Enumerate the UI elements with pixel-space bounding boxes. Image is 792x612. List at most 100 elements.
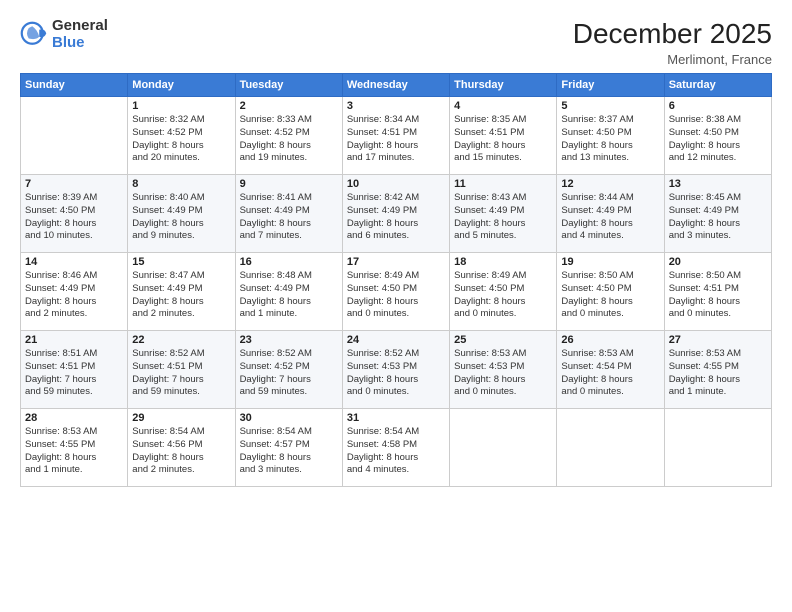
- day-info: Sunrise: 8:52 AM Sunset: 4:53 PM Dayligh…: [347, 348, 445, 399]
- calendar-cell: 10Sunrise: 8:42 AM Sunset: 4:49 PM Dayli…: [342, 175, 449, 253]
- calendar-cell: 9Sunrise: 8:41 AM Sunset: 4:49 PM Daylig…: [235, 175, 342, 253]
- calendar-week-2: 7 Sunrise: 8:39 AM Sunset: 4:50 PM Daylig…: [21, 175, 772, 253]
- day-info: Sunrise: 8:43 AM Sunset: 4:49 PM Dayligh…: [454, 192, 552, 243]
- calendar-cell: [450, 409, 557, 487]
- calendar-cell: 26Sunrise: 8:53 AM Sunset: 4:54 PM Dayli…: [557, 331, 664, 409]
- calendar-cell: 12 Sunrise: 8:44 AM Sunset: 4:49 PM Dayli…: [557, 175, 664, 253]
- day-info: Sunrise: 8:38 AM Sunset: 4:50 PM Dayligh…: [669, 114, 767, 165]
- header-tuesday: Tuesday: [235, 74, 342, 97]
- header-friday: Friday: [557, 74, 664, 97]
- calendar-cell: [21, 97, 128, 175]
- day-info: Sunrise: 8:39 AM Sunset: 4:50 PM Dayligh…: [25, 192, 123, 243]
- day-number: 18: [454, 256, 552, 268]
- calendar-cell: 2 Sunrise: 8:33 AM Sunset: 4:52 PM Daylig…: [235, 97, 342, 175]
- header-thursday: Thursday: [450, 74, 557, 97]
- day-number: 14: [25, 256, 123, 268]
- calendar-cell: 23 Sunrise: 8:52 AM Sunset: 4:52 PM Dayli…: [235, 331, 342, 409]
- header-saturday: Saturday: [664, 74, 771, 97]
- calendar-cell: 4 Sunrise: 8:35 AM Sunset: 4:51 PM Daylig…: [450, 97, 557, 175]
- calendar-cell: 5 Sunrise: 8:37 AM Sunset: 4:50 PM Daylig…: [557, 97, 664, 175]
- day-info: Sunrise: 8:50 AM Sunset: 4:50 PM Dayligh…: [561, 270, 659, 321]
- calendar-cell: [664, 409, 771, 487]
- day-info: Sunrise: 8:52 AM Sunset: 4:52 PM Dayligh…: [240, 348, 338, 399]
- day-number: 19: [561, 256, 659, 268]
- calendar-week-1: 1Sunrise: 8:32 AM Sunset: 4:52 PM Daylig…: [21, 97, 772, 175]
- day-info: Sunrise: 8:50 AM Sunset: 4:51 PM Dayligh…: [669, 270, 767, 321]
- logo-icon: [20, 21, 48, 49]
- day-info: Sunrise: 8:51 AM Sunset: 4:51 PM Dayligh…: [25, 348, 123, 399]
- day-info: Sunrise: 8:44 AM Sunset: 4:49 PM Dayligh…: [561, 192, 659, 243]
- calendar-week-3: 14 Sunrise: 8:46 AM Sunset: 4:49 PM Dayli…: [21, 253, 772, 331]
- day-number: 31: [347, 412, 445, 424]
- calendar-cell: 20 Sunrise: 8:50 AM Sunset: 4:51 PM Dayli…: [664, 253, 771, 331]
- calendar-cell: 31 Sunrise: 8:54 AM Sunset: 4:58 PM Dayli…: [342, 409, 449, 487]
- day-info: Sunrise: 8:47 AM Sunset: 4:49 PM Dayligh…: [132, 270, 230, 321]
- logo-blue-text: Blue: [52, 35, 108, 52]
- calendar-cell: 27 Sunrise: 8:53 AM Sunset: 4:55 PM Dayli…: [664, 331, 771, 409]
- calendar-cell: 7 Sunrise: 8:39 AM Sunset: 4:50 PM Daylig…: [21, 175, 128, 253]
- day-number: 20: [669, 256, 767, 268]
- day-info: Sunrise: 8:37 AM Sunset: 4:50 PM Dayligh…: [561, 114, 659, 165]
- day-info: Sunrise: 8:33 AM Sunset: 4:52 PM Dayligh…: [240, 114, 338, 165]
- calendar-table: SundayMondayTuesdayWednesdayThursdayFrid…: [20, 73, 772, 487]
- calendar-cell: [557, 409, 664, 487]
- day-number: 17: [347, 256, 445, 268]
- calendar-cell: 8Sunrise: 8:40 AM Sunset: 4:49 PM Daylig…: [128, 175, 235, 253]
- month-title: December 2025: [573, 18, 772, 50]
- day-info: Sunrise: 8:53 AM Sunset: 4:55 PM Dayligh…: [669, 348, 767, 399]
- day-info: Sunrise: 8:53 AM Sunset: 4:55 PM Dayligh…: [25, 426, 123, 477]
- day-info: Sunrise: 8:52 AM Sunset: 4:51 PM Dayligh…: [132, 348, 230, 399]
- day-info: Sunrise: 8:49 AM Sunset: 4:50 PM Dayligh…: [454, 270, 552, 321]
- day-info: Sunrise: 8:53 AM Sunset: 4:53 PM Dayligh…: [454, 348, 552, 399]
- day-number: 13: [669, 178, 767, 190]
- calendar-week-5: 28 Sunrise: 8:53 AM Sunset: 4:55 PM Dayli…: [21, 409, 772, 487]
- calendar-cell: 28 Sunrise: 8:53 AM Sunset: 4:55 PM Dayli…: [21, 409, 128, 487]
- day-number: 25: [454, 334, 552, 346]
- day-number: 21: [25, 334, 123, 346]
- day-info: Sunrise: 8:35 AM Sunset: 4:51 PM Dayligh…: [454, 114, 552, 165]
- logo: General Blue: [20, 18, 108, 51]
- day-number: 15: [132, 256, 230, 268]
- calendar-cell: 24 Sunrise: 8:52 AM Sunset: 4:53 PM Dayli…: [342, 331, 449, 409]
- day-number: 11: [454, 178, 552, 190]
- day-info: Sunrise: 8:53 AM Sunset: 4:54 PM Dayligh…: [561, 348, 659, 399]
- calendar-cell: 29 Sunrise: 8:54 AM Sunset: 4:56 PM Dayli…: [128, 409, 235, 487]
- calendar-cell: 17Sunrise: 8:49 AM Sunset: 4:50 PM Dayli…: [342, 253, 449, 331]
- calendar-cell: 30Sunrise: 8:54 AM Sunset: 4:57 PM Dayli…: [235, 409, 342, 487]
- day-info: Sunrise: 8:34 AM Sunset: 4:51 PM Dayligh…: [347, 114, 445, 165]
- logo-general-text: General: [52, 18, 108, 35]
- calendar-cell: 16 Sunrise: 8:48 AM Sunset: 4:49 PM Dayli…: [235, 253, 342, 331]
- day-number: 24: [347, 334, 445, 346]
- calendar-cell: 13Sunrise: 8:45 AM Sunset: 4:49 PM Dayli…: [664, 175, 771, 253]
- day-number: 5: [561, 100, 659, 112]
- calendar-week-4: 21 Sunrise: 8:51 AM Sunset: 4:51 PM Dayli…: [21, 331, 772, 409]
- day-number: 22: [132, 334, 230, 346]
- day-number: 2: [240, 100, 338, 112]
- day-number: 4: [454, 100, 552, 112]
- day-number: 16: [240, 256, 338, 268]
- calendar-cell: 14 Sunrise: 8:46 AM Sunset: 4:49 PM Dayli…: [21, 253, 128, 331]
- day-info: Sunrise: 8:48 AM Sunset: 4:49 PM Dayligh…: [240, 270, 338, 321]
- day-info: Sunrise: 8:41 AM Sunset: 4:49 PM Dayligh…: [240, 192, 338, 243]
- calendar-cell: 3 Sunrise: 8:34 AM Sunset: 4:51 PM Daylig…: [342, 97, 449, 175]
- header-wednesday: Wednesday: [342, 74, 449, 97]
- day-number: 12: [561, 178, 659, 190]
- day-number: 23: [240, 334, 338, 346]
- day-number: 3: [347, 100, 445, 112]
- calendar-cell: 25 Sunrise: 8:53 AM Sunset: 4:53 PM Dayli…: [450, 331, 557, 409]
- day-number: 29: [132, 412, 230, 424]
- calendar-cell: 21 Sunrise: 8:51 AM Sunset: 4:51 PM Dayli…: [21, 331, 128, 409]
- day-number: 1: [132, 100, 230, 112]
- day-info: Sunrise: 8:46 AM Sunset: 4:49 PM Dayligh…: [25, 270, 123, 321]
- day-number: 7: [25, 178, 123, 190]
- location: Merlimont, France: [573, 52, 772, 67]
- page-header: General Blue December 2025 Merlimont, Fr…: [20, 18, 772, 67]
- day-number: 28: [25, 412, 123, 424]
- day-info: Sunrise: 8:54 AM Sunset: 4:58 PM Dayligh…: [347, 426, 445, 477]
- calendar-cell: 15 Sunrise: 8:47 AM Sunset: 4:49 PM Dayli…: [128, 253, 235, 331]
- day-info: Sunrise: 8:54 AM Sunset: 4:56 PM Dayligh…: [132, 426, 230, 477]
- calendar-cell: 18 Sunrise: 8:49 AM Sunset: 4:50 PM Dayli…: [450, 253, 557, 331]
- day-number: 27: [669, 334, 767, 346]
- day-number: 6: [669, 100, 767, 112]
- calendar-cell: 22 Sunrise: 8:52 AM Sunset: 4:51 PM Dayli…: [128, 331, 235, 409]
